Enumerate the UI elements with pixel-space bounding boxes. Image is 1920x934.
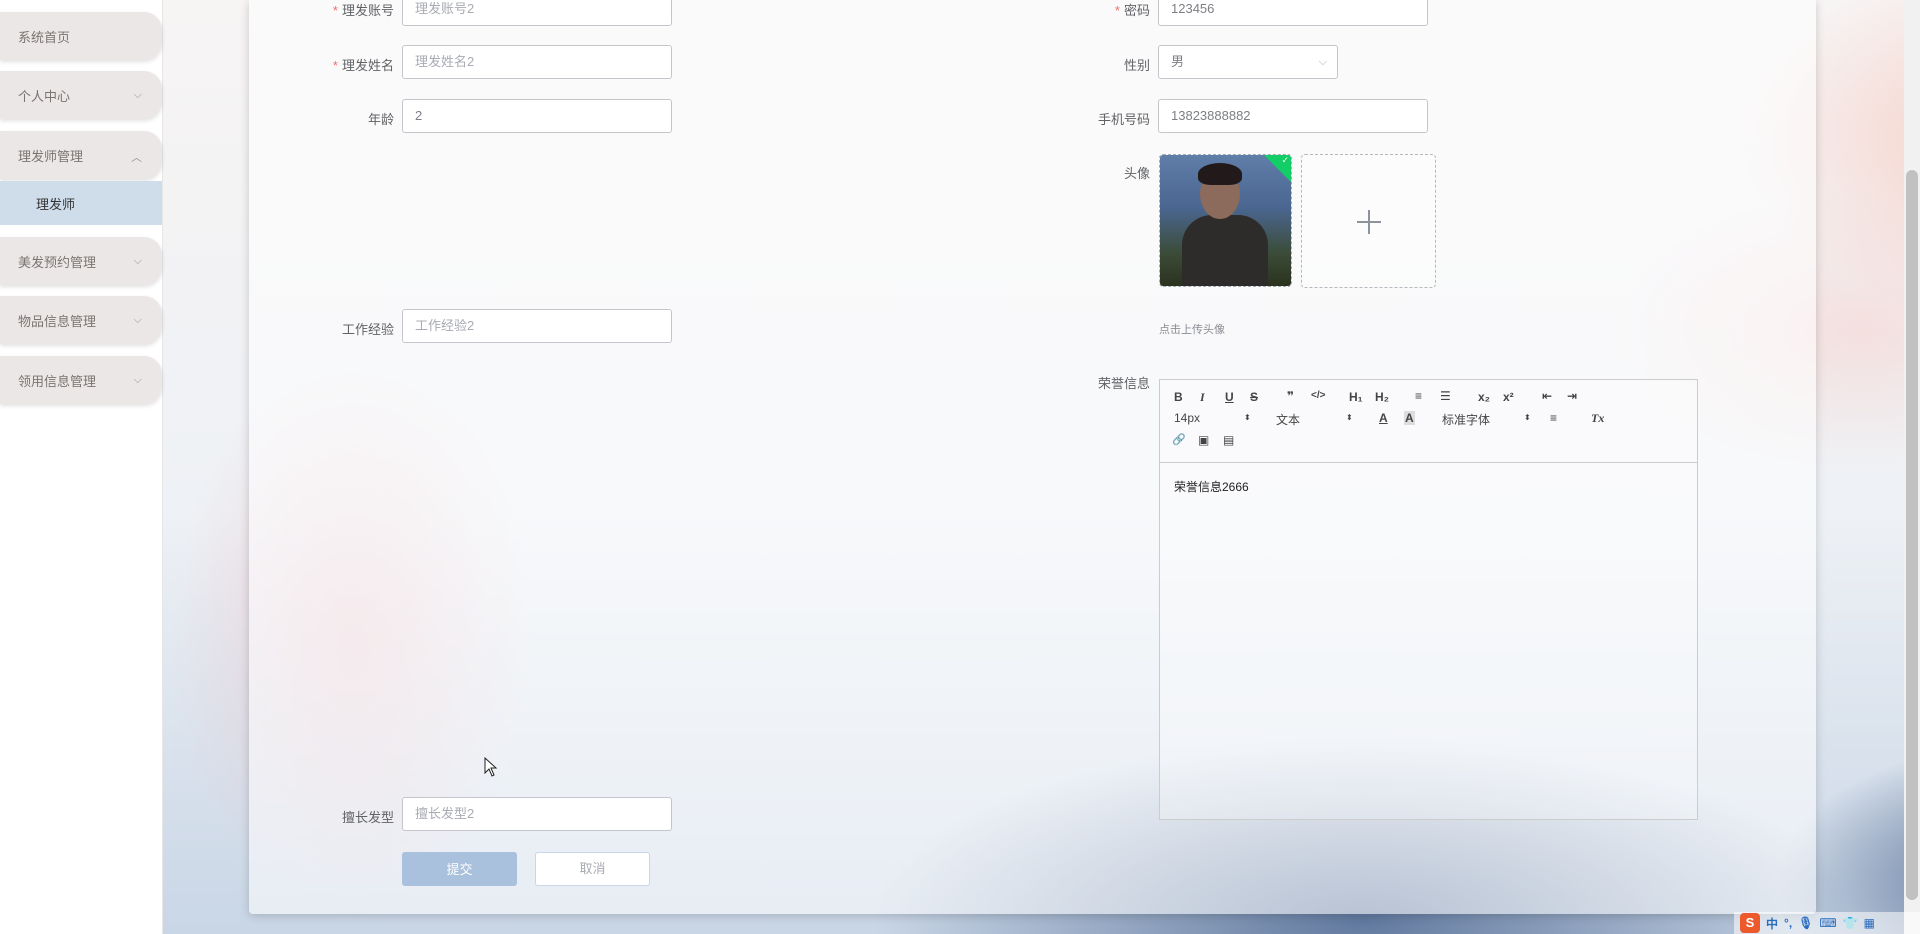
background-color-icon[interactable]: A [1404,411,1415,425]
avatar-photo [1160,155,1291,286]
sidebar: 系统首页 个人中心 ⌵ 理发师管理 ︿ 理发师 美发预约管理 ⌵ 物品信息管理 … [0,0,163,934]
age-label: 年龄 [367,112,394,127]
avatar-label: 头像 [1123,166,1150,181]
sidebar-subitem-barber[interactable]: 理发师 [0,181,162,225]
chevron-down-icon: ⌵ [133,89,142,101]
sidebar-item-goods-management[interactable]: 物品信息管理 ⌵ [0,296,162,344]
sidebar-item-label: 领用信息管理 [18,373,97,389]
chevron-up-icon: ︿ [131,152,142,164]
editor-toolbar: B I U S ❞ </> H₁ H₂ ≡ ☰ x₂ x² ⇤ ⇥ 14px ⬍… [1160,380,1697,463]
avatar-preview[interactable]: ✓ [1159,154,1292,287]
underline-icon[interactable]: U [1225,390,1234,404]
font-family-select[interactable]: 标准字体 ⬍ [1442,411,1532,428]
avatar-upload-button[interactable] [1301,154,1436,288]
account-input[interactable]: 理发账号2 [402,0,672,26]
specialty-label: 擅长发型 [341,810,394,825]
ime-language-toggle[interactable]: 中 [1766,915,1778,932]
phone-label: 手机号码 [1097,112,1150,127]
quote-icon[interactable]: ❞ [1287,389,1294,403]
scrollbar-thumb[interactable] [1906,170,1918,900]
sidebar-item-label: 系统首页 [18,29,71,45]
sidebar-item-usage-management[interactable]: 领用信息管理 ⌵ [0,356,162,404]
font-size-select[interactable]: 14px ⬍ [1174,411,1254,425]
clear-format-icon[interactable]: Tx [1591,411,1604,426]
sidebar-item-label: 个人中心 [18,88,71,104]
sidebar-item-appointment-management[interactable]: 美发预约管理 ⌵ [0,237,162,285]
align-icon[interactable]: ≡ [1550,411,1557,425]
chevron-down-icon: ⌵ [133,255,142,267]
updown-icon: ⬍ [1346,413,1353,422]
strike-icon[interactable]: S [1250,390,1258,404]
experience-label: 工作经验 [341,322,394,337]
editor-content[interactable]: 荣誉信息2666 [1174,478,1249,495]
honor-rich-editor[interactable]: B I U S ❞ </> H₁ H₂ ≡ ☰ x₂ x² ⇤ ⇥ 14px ⬍… [1159,379,1698,820]
keyboard-icon[interactable]: ⌨ [1819,916,1836,930]
outdent-icon[interactable]: ⇤ [1542,389,1552,403]
link-icon[interactable]: 🔗 [1172,433,1186,446]
sidebar-subitem-label: 理发师 [36,196,76,212]
microphone-icon[interactable]: 🎙 [1798,916,1813,930]
specialty-input[interactable]: 擅长发型2 [402,797,672,831]
avatar-upload-hint: 点击上传头像 [1159,324,1225,336]
password-label: * 密码 [1114,3,1150,18]
apps-grid-icon[interactable]: ▦ [1864,916,1875,930]
header-format-value: 文本 [1276,413,1301,427]
sidebar-item-label: 美发预约管理 [18,254,97,270]
experience-input[interactable]: 工作经验2 [402,309,672,343]
sidebar-item-label: 理发师管理 [18,148,84,164]
ordered-list-icon[interactable]: ≡ [1415,389,1422,403]
font-size-value: 14px [1174,411,1201,425]
ime-logo-icon[interactable]: S [1740,913,1760,933]
updown-icon: ⬍ [1524,413,1531,422]
video-icon[interactable]: ▤ [1223,433,1234,447]
ime-toolbar: S 中 °, 🎙 ⌨ 👕 ▦ [1734,912,1920,934]
age-input[interactable]: 2 [402,99,672,133]
sidebar-item-barber-management[interactable]: 理发师管理 ︿ [0,131,162,179]
h2-icon[interactable]: H₂ [1375,390,1389,404]
italic-icon[interactable]: I [1200,390,1205,405]
font-family-value: 标准字体 [1442,413,1491,427]
cancel-button[interactable]: 取消 [535,852,650,886]
required-mark: * [332,3,338,18]
name-label: * 理发姓名 [332,58,394,73]
image-icon[interactable]: ▣ [1198,433,1209,447]
h1-icon[interactable]: H₁ [1349,390,1363,404]
sidebar-item-profile[interactable]: 个人中心 ⌵ [0,71,162,119]
bold-icon[interactable]: B [1174,390,1183,404]
sidebar-item-home[interactable]: 系统首页 [0,12,162,60]
gender-value: 男 [1171,54,1185,69]
gender-label: 性别 [1123,58,1150,73]
indent-icon[interactable]: ⇥ [1567,389,1577,403]
required-mark: * [332,58,338,73]
sidebar-item-label: 物品信息管理 [18,313,97,329]
bullet-list-icon[interactable]: ☰ [1440,389,1451,403]
chevron-down-icon: ⌵ [133,374,142,386]
gender-select[interactable]: 男 ⌵ [1158,45,1338,79]
honor-label: 荣誉信息 [1097,376,1150,391]
superscript-icon[interactable]: x² [1503,390,1514,404]
check-icon: ✓ [1281,155,1289,165]
account-label: * 理发账号 [332,3,394,18]
code-icon[interactable]: </> [1311,390,1325,401]
chevron-down-icon: ⌵ [1318,56,1327,68]
skin-icon[interactable]: 👕 [1843,916,1858,930]
submit-button[interactable]: 提交 [402,852,517,886]
ime-punctuation-toggle[interactable]: °, [1784,916,1792,930]
updown-icon: ⬍ [1244,413,1251,422]
subscript-icon[interactable]: x₂ [1478,390,1490,404]
header-format-select[interactable]: 文本 ⬍ [1276,411,1356,428]
required-mark: * [1114,3,1120,18]
password-input[interactable]: 123456 [1158,0,1428,26]
font-color-icon[interactable]: A [1379,411,1388,425]
chevron-down-icon: ⌵ [133,314,142,326]
name-input[interactable]: 理发姓名2 [402,45,672,79]
page-scrollbar[interactable] [1904,0,1920,934]
phone-input[interactable]: 13823888882 [1158,99,1428,133]
mouse-cursor-icon [484,757,498,777]
plus-icon [1357,210,1381,234]
